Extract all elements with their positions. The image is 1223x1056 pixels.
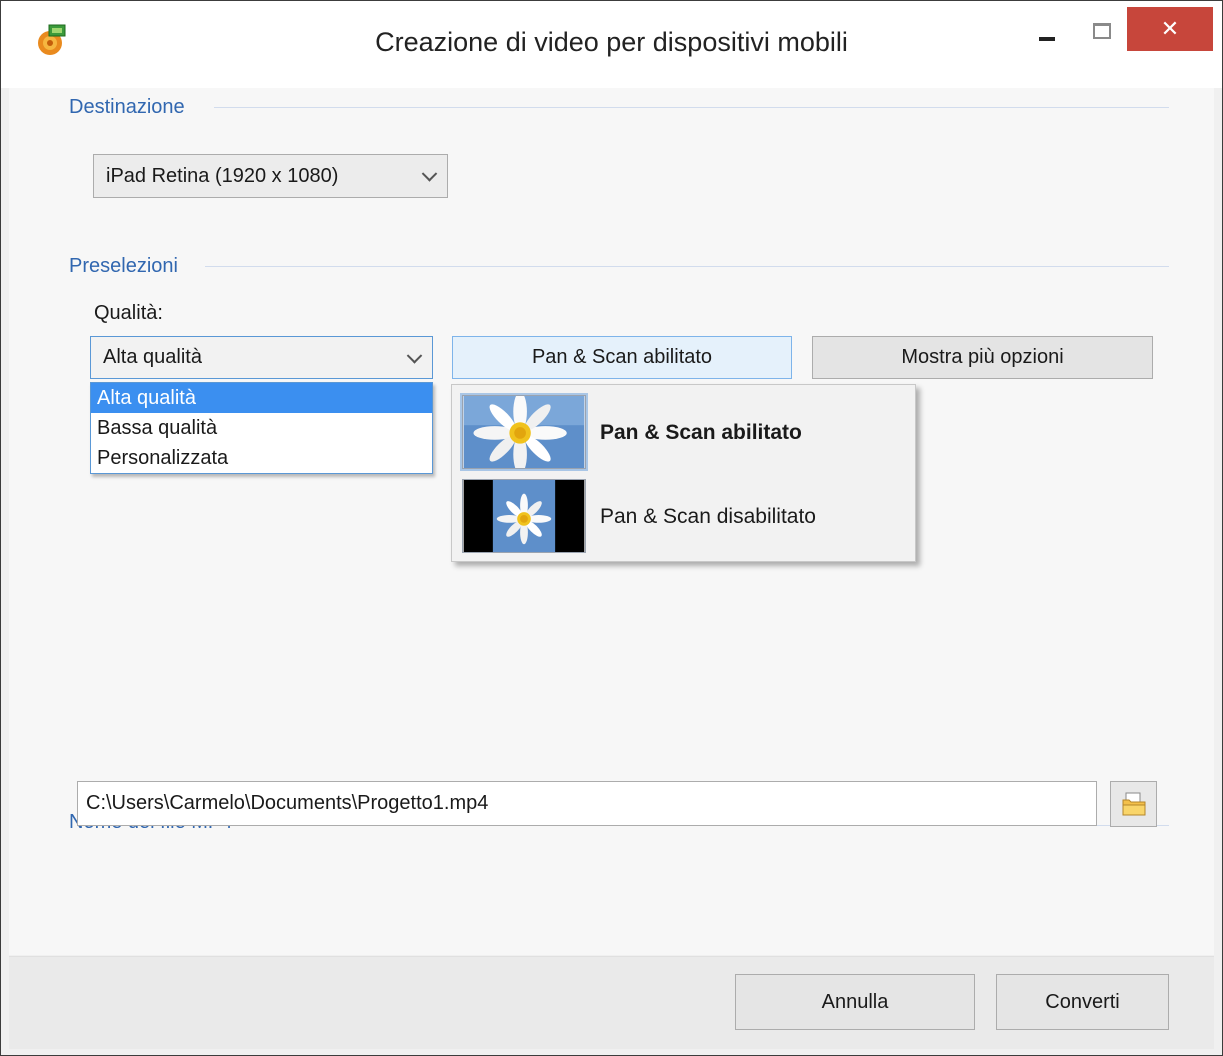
more-options-button-label: Mostra più opzioni [901, 346, 1064, 368]
destination-divider [214, 107, 1169, 108]
convert-button-label: Converti [1045, 990, 1120, 1013]
chevron-down-icon [421, 166, 438, 182]
chevron-down-icon [406, 347, 423, 364]
minimize-icon[interactable] [1023, 9, 1071, 51]
quality-dropdown-list: Alta qualità Bassa qualità Personalizzat… [90, 382, 433, 474]
presets-group-title: Preselezioni [69, 255, 178, 277]
quality-option-custom[interactable]: Personalizzata [91, 443, 432, 473]
pan-scan-enabled-label: Pan & Scan abilitato [600, 421, 802, 444]
cancel-button-label: Annulla [821, 990, 889, 1013]
cancel-button[interactable]: Annulla [735, 974, 975, 1030]
file-path-input[interactable]: C:\Users\Carmelo\Documents\Progetto1.mp4 [77, 781, 1097, 826]
daisy-letterbox-thumbnail [462, 479, 586, 553]
quality-option-low[interactable]: Bassa qualità [91, 413, 432, 443]
more-options-button[interactable]: Mostra più opzioni [812, 336, 1153, 379]
daisy-fullframe-thumbnail [460, 393, 588, 471]
device-select-value: iPad Retina (1920 x 1080) [106, 164, 339, 187]
close-icon[interactable]: ✕ [1127, 7, 1213, 51]
dialog-footer: Annulla Converti [9, 956, 1214, 1049]
pan-scan-menu: Pan & Scan abilitato Pan & Scan disabili… [451, 384, 916, 562]
pan-scan-button[interactable]: Pan & Scan abilitato [452, 336, 792, 379]
browse-button[interactable] [1110, 781, 1157, 827]
pan-scan-button-label: Pan & Scan abilitato [531, 346, 713, 368]
device-select[interactable]: iPad Retina (1920 x 1080) [93, 154, 448, 198]
destination-group-title: Destinazione [69, 96, 185, 118]
dialog-window: Creazione di video per dispositivi mobil… [0, 0, 1223, 1056]
maximize-icon[interactable] [1077, 9, 1125, 51]
title-bar: Creazione di video per dispositivi mobil… [1, 1, 1222, 88]
file-path-value: C:\Users\Carmelo\Documents\Progetto1.mp4 [86, 792, 489, 814]
quality-select[interactable]: Alta qualità [90, 336, 433, 379]
convert-button[interactable]: Converti [996, 974, 1169, 1030]
presets-divider [205, 266, 1169, 267]
quality-select-value: Alta qualità [103, 346, 202, 368]
pan-scan-enabled-item[interactable]: Pan & Scan abilitato [460, 393, 912, 473]
pan-scan-disabled-item[interactable]: Pan & Scan disabilitato [460, 477, 912, 557]
folder-open-icon [1122, 792, 1145, 816]
pan-scan-disabled-label: Pan & Scan disabilitato [600, 505, 816, 528]
quality-label: Qualità: [94, 302, 163, 324]
quality-option-high[interactable]: Alta qualità [91, 383, 432, 413]
